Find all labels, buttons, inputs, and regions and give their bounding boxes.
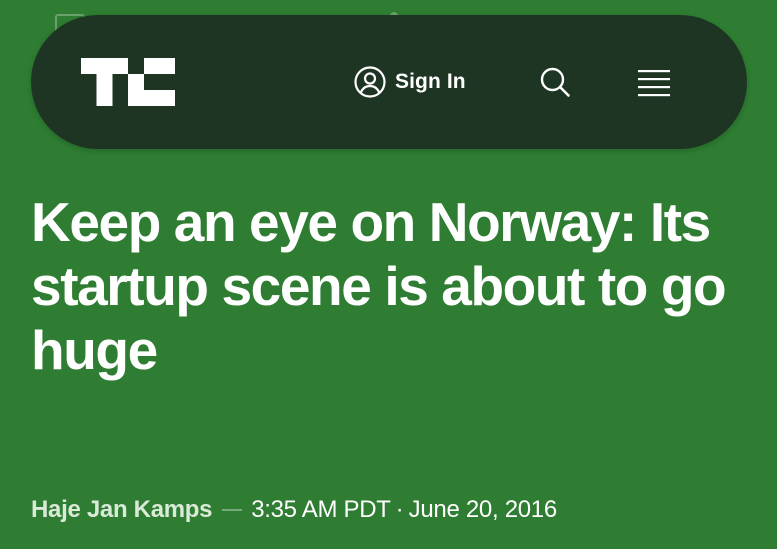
techcrunch-logo[interactable] xyxy=(81,58,175,106)
user-circle-icon xyxy=(354,66,386,98)
publish-date: June 20, 2016 xyxy=(408,496,558,523)
sign-in-label: Sign In xyxy=(395,70,466,93)
search-icon xyxy=(540,67,570,97)
tc-logo-icon xyxy=(81,58,175,106)
search-button[interactable] xyxy=(539,66,571,98)
sign-in-button[interactable]: Sign In xyxy=(354,66,466,98)
byline-separator: · xyxy=(395,496,404,523)
byline-dash xyxy=(222,509,243,511)
author-link[interactable]: Haje Jan Kamps xyxy=(31,496,213,524)
publish-time: 3:35 AM PDT xyxy=(251,496,391,523)
article-byline: Haje Jan Kamps 3:35 AM PDT · June 20, 20… xyxy=(31,496,557,524)
menu-button[interactable] xyxy=(637,69,671,97)
site-header: Sign In xyxy=(31,15,747,149)
article-title: Keep an eye on Norway: Its startup scene… xyxy=(31,191,727,381)
hamburger-menu-icon xyxy=(638,70,670,97)
